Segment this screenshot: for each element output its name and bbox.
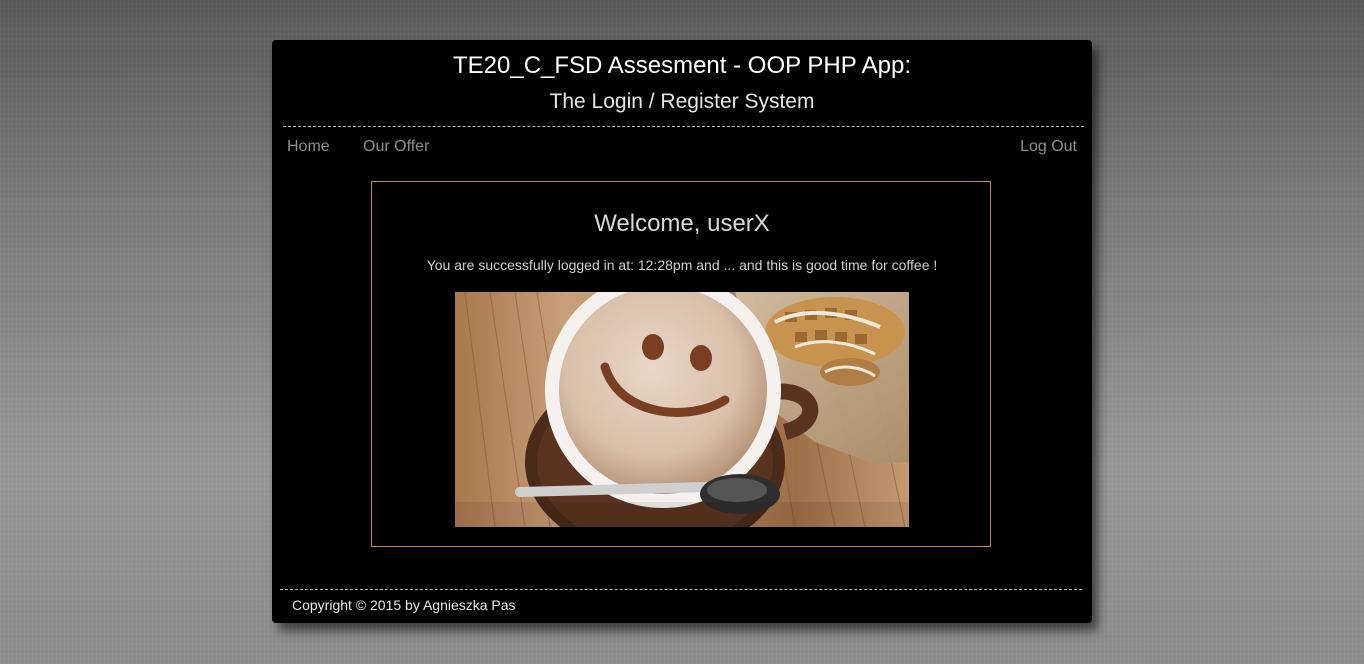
nav-offer-link[interactable]: Our Offer	[363, 137, 429, 157]
welcome-prefix: Welcome,	[594, 210, 708, 237]
main-panel: TE20_C_FSD Assesment - OOP PHP App: The …	[272, 40, 1092, 623]
coffee-smiley-photo	[455, 292, 909, 527]
nav-home-link[interactable]: Home	[287, 137, 330, 157]
copyright-text: Copyright © 2015 by Agnieszka Pas	[292, 597, 516, 613]
header-divider	[283, 126, 1084, 127]
logout-link[interactable]: Log Out	[1020, 137, 1077, 157]
welcome-box: Welcome, userX You are successfully logg…	[371, 181, 991, 547]
footer-divider	[280, 589, 1082, 590]
welcome-username: userX	[707, 210, 770, 237]
page-subtitle: The Login / Register System	[549, 90, 815, 113]
login-message: You are successfully logged in at: 12:28…	[426, 257, 938, 273]
welcome-heading: Welcome, userX	[372, 210, 992, 238]
page-title: TE20_C_FSD Assesment - OOP PHP App:	[453, 52, 911, 79]
